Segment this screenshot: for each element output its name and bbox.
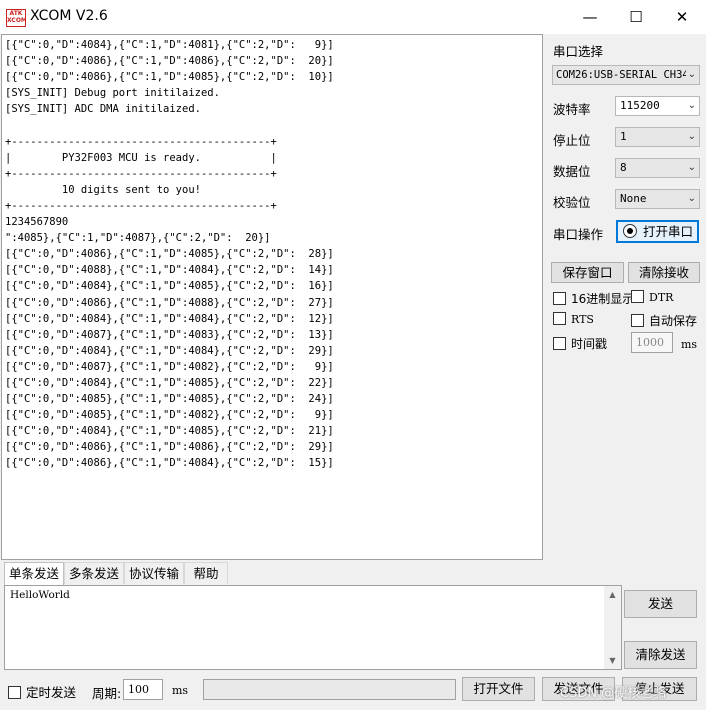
databits-label: 数据位 [553,164,591,179]
watermark: CSDN @硬核老骆 [560,686,667,701]
minimize-button[interactable]: — [567,0,613,34]
open-file-button[interactable]: 打开文件 [462,677,535,701]
chevron-down-icon: ⌄ [687,193,696,204]
baud-label: 波特率 [553,102,591,117]
save-window-button[interactable]: 保存窗口 [551,262,624,283]
tab-help[interactable]: 帮助 [184,562,228,584]
maximize-button[interactable]: ☐ [613,0,659,34]
timed-send-checkbox[interactable]: 定时发送 [8,682,76,701]
checkbox-icon [8,686,21,699]
close-button[interactable]: ✕ [659,0,705,34]
auto-save-label: 自动保存 [649,314,698,328]
baud-value: 115200 [620,99,660,112]
scroll-up-icon[interactable]: ▲ [604,586,621,603]
parity-label: 校验位 [553,195,591,210]
window-title: XCOM V2.6 [30,8,108,24]
clear-receive-button[interactable]: 清除接收 [628,262,700,283]
stopbits-label: 停止位 [553,133,591,148]
tab-protocol[interactable]: 协议传输 [124,562,184,584]
rts-checkbox[interactable]: RTS [553,312,594,326]
checkbox-icon [553,312,566,325]
send-text: HelloWorld [10,589,70,601]
parity-value: None [620,192,647,205]
checkbox-icon [553,337,566,350]
period-input[interactable]: 100 [123,679,163,700]
checkbox-icon [553,292,566,305]
timestamp-label: 时间戳 [571,337,608,351]
chevron-down-icon: ⌄ [687,100,696,111]
clear-send-button[interactable]: 清除发送 [624,641,697,669]
databits-select[interactable]: 8 ⌄ [615,158,700,178]
parity-select[interactable]: None ⌄ [615,189,700,209]
hex-display-checkbox[interactable]: 16进制显示 [553,290,634,307]
dtr-label: DTR [649,291,674,304]
chevron-down-icon: ⌄ [687,131,696,142]
title-bar: ATK XCOM XCOM V2.6 — ☐ ✕ [0,0,706,34]
port-op-label: 串口操作 [553,227,604,242]
port-select[interactable]: COM26:USB-SERIAL CH34 ⌄ [552,65,700,85]
checkbox-icon [631,290,644,303]
receive-text: [{"C":0,"D":4084},{"C":1,"D":4081},{"C":… [5,39,334,470]
chevron-down-icon: ⌄ [685,66,696,84]
file-path-field[interactable] [203,679,456,700]
tab-single-send[interactable]: 单条发送 [4,562,64,585]
radio-icon [623,224,637,238]
chevron-down-icon: ⌄ [687,162,696,173]
checkbox-icon [631,314,644,327]
tab-multi-send[interactable]: 多条发送 [64,562,124,584]
period-unit: ms [172,684,189,697]
timestamp-input[interactable]: 1000 [631,332,673,353]
open-port-button[interactable]: 打开串口 [616,220,699,243]
dtr-checkbox[interactable]: DTR [631,290,673,304]
send-input[interactable]: HelloWorld ▲ ▼ [4,585,622,670]
port-select-value: COM26:USB-SERIAL CH34 [556,69,689,81]
port-select-label: 串口选择 [553,44,604,59]
stopbits-value: 1 [620,130,627,143]
databits-value: 8 [620,161,627,174]
app-logo-icon: ATK XCOM [6,9,26,27]
timestamp-unit: ms [681,338,698,351]
timed-send-label: 定时发送 [26,685,77,700]
scroll-down-icon[interactable]: ▼ [604,652,621,669]
receive-area[interactable]: [{"C":0,"D":4084},{"C":1,"D":4081},{"C":… [1,34,543,560]
period-label: 周期: [92,686,122,701]
send-button[interactable]: 发送 [624,590,697,618]
rts-label: RTS [571,313,594,326]
stopbits-select[interactable]: 1 ⌄ [615,127,700,147]
timestamp-checkbox[interactable]: 时间戳 [553,335,607,352]
open-port-label: 打开串口 [643,224,694,239]
send-scrollbar[interactable]: ▲ ▼ [604,586,621,669]
hex-display-label: 16进制显示 [571,292,635,306]
baud-select[interactable]: 115200 ⌄ [615,96,700,116]
auto-save-checkbox[interactable]: 自动保存 [631,312,697,329]
